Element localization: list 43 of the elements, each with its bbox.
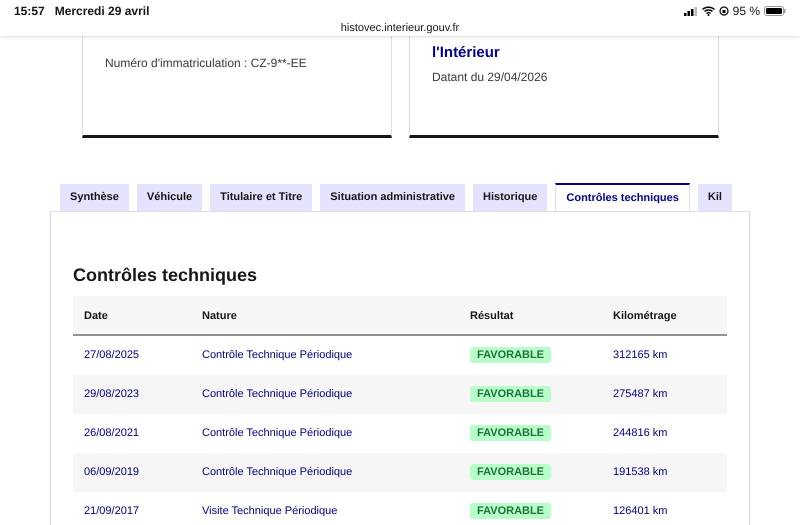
section-title: Contrôles techniques — [73, 264, 258, 287]
card-text: Datant du 29/04/2026 — [432, 69, 548, 86]
result-badge: FAVORABLE — [470, 386, 552, 402]
table-cell: Contrôle Technique Périodique — [202, 427, 352, 440]
card-text: Numéro d'immatriculation : CZ-9**-EE — [105, 55, 308, 72]
tab[interactable]: Kil — [698, 184, 732, 211]
status-time: 15:57 — [14, 3, 45, 20]
table-cell: Contrôle Technique Périodique — [202, 466, 352, 478]
status-date: Mercredi 29 avril — [54, 3, 150, 20]
signal-icon — [684, 6, 698, 16]
wifi-icon — [702, 6, 715, 16]
card-title: l'Intérieur — [432, 44, 501, 62]
result-badge: FAVORABLE — [470, 503, 552, 520]
result-badge: FAVORABLE — [470, 425, 552, 442]
column-header: Nature — [202, 310, 237, 322]
column-header: Résultat — [470, 310, 514, 322]
tab[interactable]: Titulaire et Titre — [210, 184, 312, 211]
result-badge: FAVORABLE — [470, 347, 552, 364]
table-cell: 06/09/2019 — [84, 466, 140, 478]
tab[interactable]: Situation administrative — [320, 184, 465, 211]
battery-percent: 95 % — [732, 3, 760, 20]
tab[interactable]: Historique — [473, 184, 548, 211]
table-cell: 191538 km — [613, 466, 668, 478]
url-text[interactable]: histovec.interieur.gouv.fr — [340, 22, 460, 34]
battery-icon — [764, 6, 786, 16]
table-cell: 26/08/2021 — [84, 427, 140, 440]
table-cell: Contrôle Technique Périodique — [202, 349, 352, 362]
table-cell: Contrôle Technique Périodique — [202, 388, 352, 400]
table-cell: 312165 km — [613, 349, 668, 362]
result-badge: FAVORABLE — [470, 464, 552, 480]
table-cell: 126401 km — [613, 505, 668, 518]
tab[interactable]: Contrôles techniques — [555, 183, 690, 211]
column-header: Kilométrage — [613, 310, 677, 322]
table-cell: 275487 km — [613, 388, 668, 400]
table-cell: 21/09/2017 — [84, 505, 140, 518]
table-cell: Visite Technique Périodique — [202, 505, 338, 518]
table-cell: 29/08/2023 — [84, 388, 140, 400]
lock-rotation-icon — [718, 6, 729, 16]
column-header: Date — [84, 310, 108, 322]
tab[interactable]: Véhicule — [136, 184, 202, 211]
table-cell: 27/08/2025 — [84, 349, 140, 362]
table-cell: 244816 km — [613, 427, 668, 440]
tab[interactable]: Synthèse — [60, 184, 129, 211]
